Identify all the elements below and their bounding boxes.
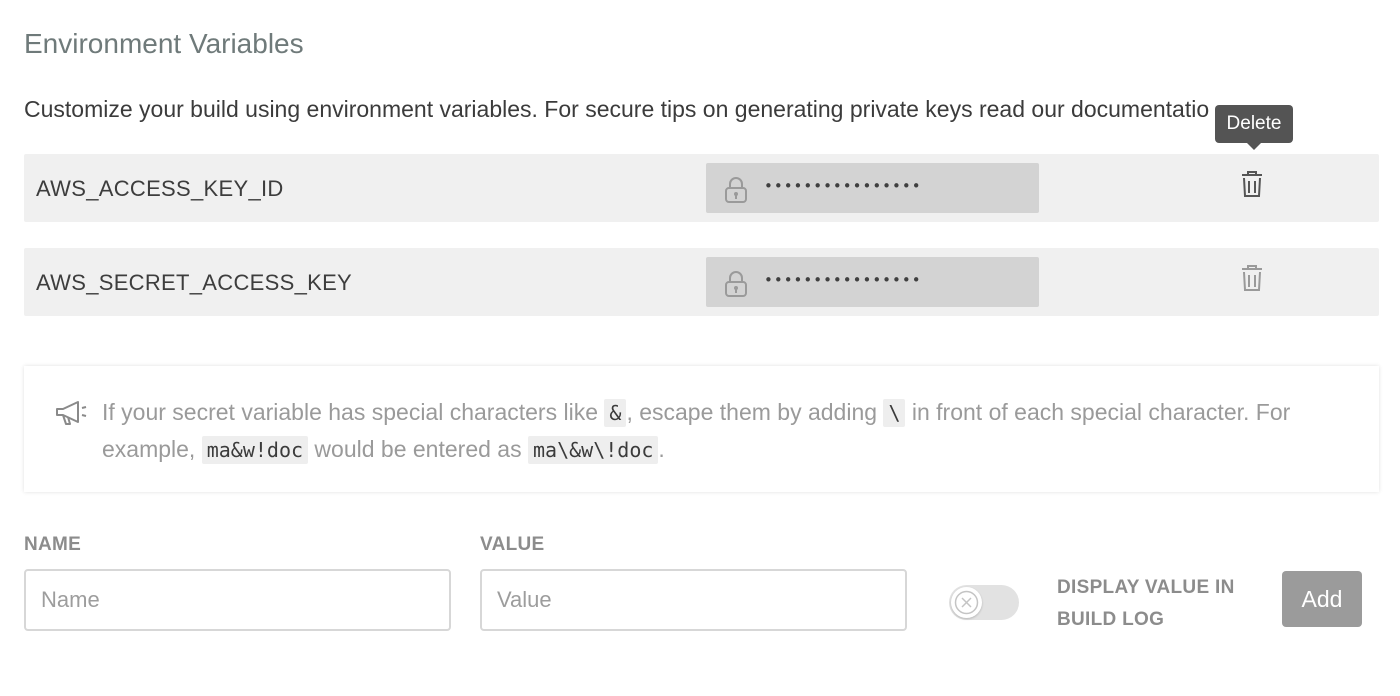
display-value-label-line: BUILD LOG (1057, 609, 1165, 630)
notice-text-part: would be entered as (308, 436, 528, 462)
documentation-link[interactable]: read our documentatio (978, 96, 1210, 123)
code-snippet: & (604, 399, 627, 427)
delete-tooltip: Delete (1215, 105, 1293, 150)
code-snippet: \ (883, 399, 906, 427)
env-var-row: AWS_SECRET_ACCESS_KEY •••••••••••••••• (24, 248, 1379, 316)
value-input[interactable] (480, 569, 907, 631)
lock-icon (725, 177, 747, 203)
notice-text-part: , escape them by adding (626, 399, 884, 425)
name-input[interactable] (24, 569, 451, 631)
code-snippet: ma&w!doc (201, 436, 309, 464)
code-snippet: ma\&w\!doc (527, 436, 659, 464)
trash-icon[interactable] (1240, 264, 1264, 292)
masked-value-dots: •••••••••••••••• (764, 271, 922, 289)
env-var-name: AWS_SECRET_ACCESS_KEY (36, 270, 353, 295)
name-label: NAME (24, 534, 82, 555)
section-title: Environment Variables (24, 28, 304, 59)
intro-text: Customize your build using environment v… (24, 96, 1224, 123)
display-value-toggle[interactable] (949, 585, 1019, 620)
environment-variables-section: Environment Variables Customize your bui… (0, 0, 1400, 696)
special-characters-notice: If your secret variable has special char… (24, 366, 1379, 492)
env-var-row: AWS_ACCESS_KEY_ID •••••••••••••••• (24, 154, 1379, 222)
env-var-masked-value: •••••••••••••••• (706, 257, 1039, 307)
notice-text-part: . (658, 436, 665, 462)
display-value-label: DISPLAY VALUE IN BUILD LOG (1057, 572, 1257, 636)
trash-icon[interactable] (1240, 170, 1264, 198)
masked-value-dots: •••••••••••••••• (764, 177, 922, 195)
close-icon (954, 590, 979, 615)
notice-text-part: If your secret variable has special char… (102, 399, 605, 425)
lock-icon (725, 271, 747, 297)
env-var-name: AWS_ACCESS_KEY_ID (36, 176, 284, 201)
intro-text-body: Customize your build using environment v… (24, 96, 979, 122)
add-button[interactable]: Add (1282, 571, 1362, 627)
megaphone-icon (56, 401, 87, 425)
notice-text: If your secret variable has special char… (102, 394, 1332, 468)
toggle-knob (951, 587, 982, 618)
env-var-masked-value: •••••••••••••••• (706, 163, 1039, 213)
value-label: VALUE (480, 534, 545, 555)
display-value-label-line: DISPLAY VALUE IN (1057, 577, 1235, 598)
